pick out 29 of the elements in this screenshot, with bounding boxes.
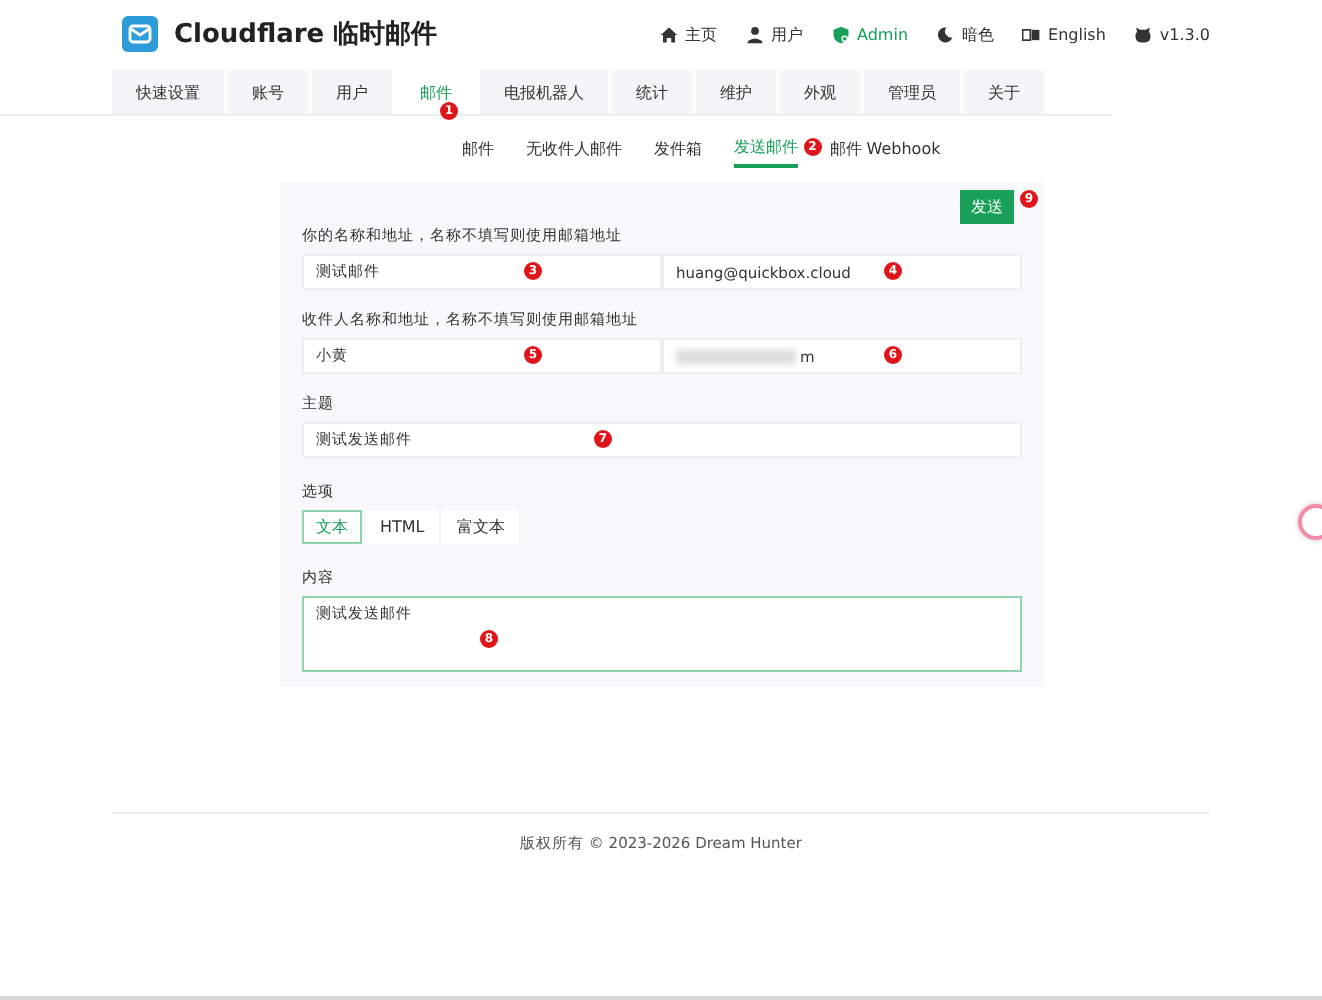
sub-tab[interactable]: 邮件 Webhook: [829, 132, 941, 168]
mail-logo-icon: [122, 16, 158, 52]
tab[interactable]: 统计: [612, 70, 692, 114]
tab[interactable]: 电报机器人: [480, 70, 608, 114]
nav-link[interactable]: 暗色: [936, 19, 995, 49]
option-button[interactable]: 文本: [302, 510, 362, 544]
sub-tab[interactable]: 邮件: [461, 132, 494, 168]
tab[interactable]: 维护: [696, 70, 776, 114]
language-icon: [1022, 25, 1041, 43]
nav-link[interactable]: 用户: [745, 19, 804, 49]
moon-icon: [936, 25, 955, 43]
nav-link[interactable]: 主页: [659, 19, 718, 49]
tab[interactable]: 用户: [312, 70, 392, 114]
tab[interactable]: 账号: [228, 70, 308, 114]
tab[interactable]: 管理员: [864, 70, 960, 114]
nav-link[interactable]: English: [1022, 19, 1106, 49]
option-button[interactable]: 富文本: [442, 510, 519, 544]
user-icon: [745, 25, 764, 43]
tab[interactable]: 关于: [964, 70, 1044, 114]
shield-icon: [831, 25, 850, 43]
app-title: Cloudflare 临时邮件: [174, 18, 438, 52]
tab[interactable]: 外观: [780, 70, 860, 114]
option-button[interactable]: HTML: [366, 510, 439, 544]
cat-icon: [1133, 25, 1152, 43]
home-icon: [659, 25, 678, 43]
nav-link[interactable]: v1.3.0: [1133, 19, 1210, 49]
sub-tab[interactable]: 发件箱: [653, 132, 702, 168]
sub-tab[interactable]: 无收件人邮件: [525, 132, 622, 168]
tab[interactable]: 快速设置: [112, 70, 224, 114]
